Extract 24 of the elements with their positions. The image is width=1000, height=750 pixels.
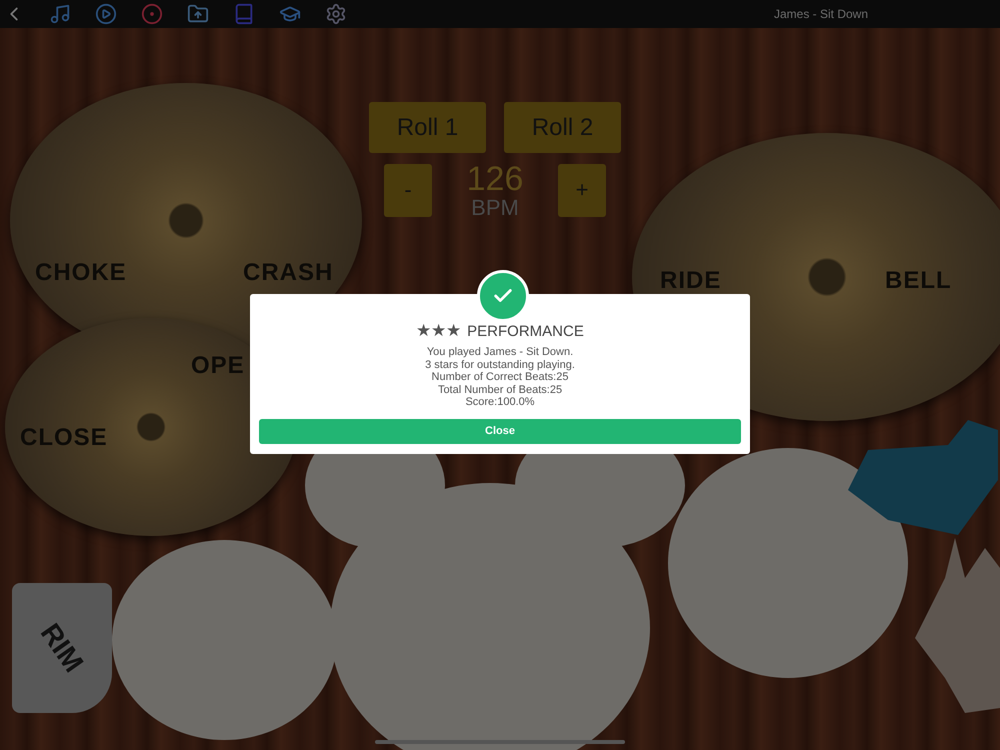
song-title: James - Sit Down [774, 7, 868, 21]
dialog-title: PERFORMANCE [467, 322, 584, 340]
settings-icon[interactable] [324, 2, 348, 26]
result-text: You played James - Sit Down. [426, 346, 574, 358]
pad-label: CLOSE [20, 424, 108, 452]
result-text: 3 stars for outstanding playing. [425, 358, 575, 371]
roll-button[interactable]: Roll 1 [369, 102, 486, 153]
play-circle-icon[interactable] [94, 2, 118, 26]
star-rating: ★★★ [416, 322, 462, 340]
pad-label: BELL [885, 267, 952, 295]
roll-button[interactable]: Roll 2 [504, 102, 621, 153]
tempo-plus-button[interactable]: + [558, 164, 606, 216]
tempo-value: 126 [466, 161, 524, 197]
result-text: Total Number of Beats:25 [438, 384, 562, 396]
result-text: Score:100.0% [465, 396, 535, 408]
pad-label: CHOKE [35, 259, 127, 287]
tempo-minus-button[interactable]: - [384, 164, 432, 216]
cowbell-drawing[interactable] [848, 420, 998, 535]
tempo-unit: BPM [471, 197, 519, 219]
music-note-icon[interactable] [48, 2, 72, 26]
record-icon[interactable] [140, 2, 164, 26]
pad-label: CRASH [243, 259, 334, 287]
close-button[interactable]: Close [259, 418, 741, 444]
result-text: Number of Correct Beats:25 [432, 371, 568, 384]
